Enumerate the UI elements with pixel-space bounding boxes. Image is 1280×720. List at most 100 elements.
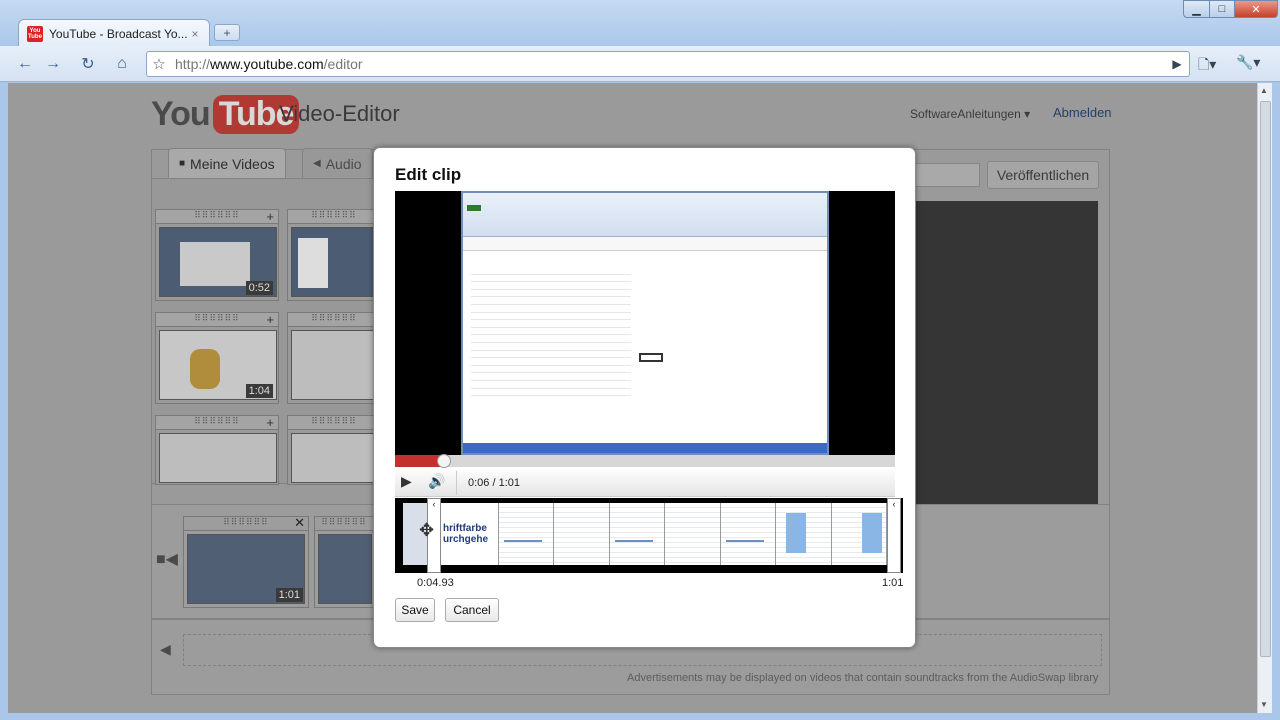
minimize-button[interactable]: ▁ bbox=[1183, 0, 1210, 18]
playback-time: 0:06 / 1:01 bbox=[468, 477, 520, 489]
audio-track-speaker-icon: ◀ bbox=[160, 641, 171, 657]
go-icon[interactable]: ▶ bbox=[1165, 57, 1189, 71]
youtube-logo[interactable]: You Tube bbox=[151, 95, 300, 134]
page-scrollbar[interactable]: ▲ ▼ bbox=[1257, 83, 1272, 713]
spreadsheet-row bbox=[471, 267, 631, 275]
timeline-clip[interactable]: ⠿⠿⠿⠿⠿⠿ bbox=[314, 516, 374, 608]
volume-icon[interactable]: 🔊 bbox=[428, 473, 445, 490]
video-duration: 1:04 bbox=[245, 384, 273, 398]
move-cursor-icon: ✥ bbox=[419, 520, 435, 540]
logout-link[interactable]: Abmelden bbox=[1053, 105, 1112, 120]
filmstrip-frame bbox=[776, 503, 832, 565]
spreadsheet-row bbox=[471, 389, 631, 397]
new-tab-button[interactable]: + bbox=[214, 24, 240, 41]
scroll-down-icon[interactable]: ▼ bbox=[1260, 700, 1268, 709]
wrench-menu-icon[interactable]: 🔧▾ bbox=[1236, 54, 1260, 71]
back-icon[interactable]: ← bbox=[13, 52, 37, 76]
drag-handle-icon[interactable]: ⠿⠿⠿⠿⠿⠿ bbox=[315, 517, 373, 531]
forward-icon[interactable]: → bbox=[41, 52, 65, 76]
audioswap-ad-note: Advertisements may be displayed on video… bbox=[627, 672, 1099, 684]
spreadsheet-row bbox=[471, 335, 631, 343]
video-duration: 0:52 bbox=[245, 281, 273, 295]
scroll-up-icon[interactable]: ▲ bbox=[1260, 86, 1268, 95]
drag-handle-icon[interactable]: ⠿⠿⠿⠿⠿⠿ bbox=[156, 313, 278, 327]
url-text[interactable]: http://www.youtube.com/editor bbox=[171, 56, 1165, 72]
maximize-button[interactable]: □ bbox=[1209, 0, 1235, 18]
browser-titlebar: You Tube YouTube - Broadcast Yo... × + ▁… bbox=[0, 0, 1280, 47]
add-clip-icon[interactable]: + bbox=[266, 312, 274, 327]
filmstrip-frame bbox=[720, 503, 776, 565]
url-prefix: http:// bbox=[175, 56, 211, 72]
drag-handle-icon[interactable]: ⠿⠿⠿⠿⠿⠿ bbox=[184, 517, 308, 531]
url-host: www.youtube.com bbox=[210, 56, 324, 72]
drag-handle-icon[interactable]: ⠿⠿⠿⠿⠿⠿ bbox=[156, 210, 278, 224]
drag-handle-icon[interactable]: ⠿⠿⠿⠿⠿⠿ bbox=[288, 210, 380, 224]
spreadsheet-row bbox=[471, 313, 631, 321]
play-icon[interactable]: ▶ bbox=[401, 473, 412, 490]
page-menu-icon[interactable]: 🗋▾ bbox=[1198, 54, 1216, 78]
drag-handle-icon[interactable]: ⠿⠿⠿⠿⠿⠿ bbox=[288, 313, 380, 327]
library-video-card[interactable]: ⠿⠿⠿⠿⠿⠿ + 0:52 bbox=[155, 209, 279, 301]
spreadsheet-row bbox=[471, 351, 631, 359]
reload-icon[interactable]: ↻ bbox=[76, 52, 100, 76]
progress-scrubber-handle[interactable] bbox=[437, 454, 451, 468]
logo-you: You bbox=[151, 95, 211, 133]
audio-speaker-icon: ◀ bbox=[313, 158, 321, 169]
dialog-title: Edit clip bbox=[395, 165, 462, 184]
trim-filmstrip[interactable]: hriftfarbe urchgehe ‹ ‹ ✥ bbox=[395, 498, 903, 573]
tab-my-videos[interactable]: ■ Meine Videos bbox=[168, 148, 286, 178]
add-clip-icon[interactable]: + bbox=[266, 209, 274, 224]
timeline-clip[interactable]: ⠿⠿⠿⠿⠿⠿ ✕ 1:01 bbox=[183, 515, 309, 608]
video-frame-taskbar bbox=[463, 443, 827, 453]
trim-end-handle[interactable]: ‹ bbox=[887, 498, 901, 573]
tab-close-icon[interactable]: × bbox=[189, 27, 201, 41]
publish-title-input[interactable] bbox=[906, 163, 980, 187]
spreadsheet-row bbox=[471, 320, 631, 328]
browser-tab[interactable]: You Tube YouTube - Broadcast Yo... × bbox=[18, 19, 210, 47]
window-frame-left bbox=[0, 83, 8, 720]
user-menu[interactable]: SoftwareAnleitungen ▾ bbox=[910, 107, 1030, 121]
remove-clip-icon[interactable]: ✕ bbox=[294, 515, 305, 531]
bookmark-star-icon[interactable]: ☆ bbox=[147, 55, 171, 73]
spreadsheet-row bbox=[471, 305, 631, 313]
preview-player bbox=[905, 201, 1098, 505]
spreadsheet-ribbon bbox=[463, 193, 827, 237]
clip-thumbnail bbox=[318, 534, 372, 604]
scrollbar-thumb[interactable] bbox=[1260, 101, 1271, 657]
tab-title: YouTube - Broadcast Yo... bbox=[49, 26, 188, 41]
library-video-card[interactable]: ⠿⠿⠿⠿⠿⠿ bbox=[287, 209, 381, 301]
url-path: /editor bbox=[323, 56, 363, 72]
library-video-card[interactable]: ⠿⠿⠿⠿⠿⠿ bbox=[287, 312, 381, 404]
add-clip-icon[interactable]: + bbox=[266, 415, 274, 430]
spreadsheet-row bbox=[471, 297, 631, 305]
drag-handle-icon[interactable]: ⠿⠿⠿⠿⠿⠿ bbox=[156, 416, 278, 430]
publish-button[interactable]: Veröffentlichen bbox=[987, 161, 1099, 189]
tab-audio[interactable]: ◀ Audio bbox=[302, 148, 373, 178]
tab-my-videos-label: Meine Videos bbox=[190, 155, 275, 172]
video-thumbnail bbox=[291, 433, 381, 483]
youtube-favicon-icon: You Tube bbox=[27, 25, 43, 42]
save-button[interactable]: Save bbox=[395, 598, 435, 622]
spreadsheet-row bbox=[471, 282, 631, 290]
library-video-card[interactable]: ⠿⠿⠿⠿⠿⠿ + 1:04 bbox=[155, 312, 279, 404]
drag-handle-icon[interactable]: ⠿⠿⠿⠿⠿⠿ bbox=[288, 416, 380, 430]
library-video-card[interactable]: ⠿⠿⠿⠿⠿⠿ bbox=[287, 415, 381, 485]
tab-audio-label: Audio bbox=[325, 155, 362, 172]
spreadsheet-row bbox=[471, 343, 631, 351]
close-window-button[interactable]: ✕ bbox=[1234, 0, 1278, 18]
trim-start-time: 0:04.93 bbox=[417, 577, 454, 589]
filmstrip-frame bbox=[665, 503, 721, 565]
spreadsheet-rows bbox=[471, 267, 631, 397]
spreadsheet-row bbox=[471, 328, 631, 336]
filmstrip-frame: hriftfarbe urchgehe bbox=[441, 503, 499, 565]
cancel-button[interactable]: Cancel bbox=[445, 598, 499, 622]
filmstrip-frames: hriftfarbe urchgehe bbox=[441, 503, 887, 565]
spreadsheet-row bbox=[471, 381, 631, 389]
edit-clip-dialog: Edit clip ▶ 🔊 0:06 / 1:01 hriftfarbe urc… bbox=[373, 147, 916, 648]
library-video-card[interactable]: ⠿⠿⠿⠿⠿⠿ + bbox=[155, 415, 279, 485]
address-bar[interactable]: ☆ http://www.youtube.com/editor ▶ bbox=[146, 51, 1190, 77]
clip-duration: 1:01 bbox=[275, 588, 303, 602]
clip-video-player[interactable] bbox=[395, 191, 895, 455]
playback-progress-bar[interactable] bbox=[395, 454, 895, 468]
home-icon[interactable]: ⌂ bbox=[110, 52, 134, 76]
